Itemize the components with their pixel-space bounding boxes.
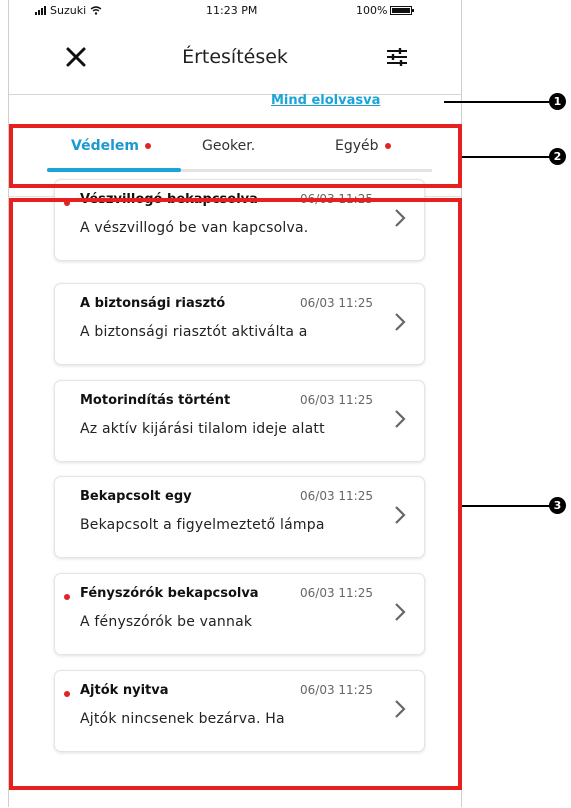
annotation-line-3 (462, 505, 550, 507)
battery-icon (390, 6, 415, 15)
annotation-line-2 (462, 156, 550, 158)
carrier-group: Suzuki (35, 4, 102, 17)
status-bar: Suzuki 11:23 PM 100% (9, 0, 461, 22)
annotation-marker-2: 2 (549, 148, 566, 165)
battery-group: 100% (356, 4, 415, 17)
annotation-box-3 (9, 198, 462, 790)
annotation-box-2 (9, 124, 462, 188)
carrier-name: Suzuki (50, 4, 87, 17)
mark-all-read-link[interactable]: Mind elolvasva (271, 93, 380, 108)
sliders-icon[interactable] (386, 47, 408, 67)
header: Értesítések (9, 22, 461, 95)
status-time: 11:23 PM (206, 4, 258, 17)
wifi-icon (90, 6, 102, 15)
signal-icon (35, 6, 46, 15)
battery-percent: 100% (356, 4, 388, 17)
annotation-line-1 (444, 101, 549, 103)
annotation-marker-3: 3 (549, 497, 566, 514)
annotation-marker-1: 1 (549, 93, 566, 110)
